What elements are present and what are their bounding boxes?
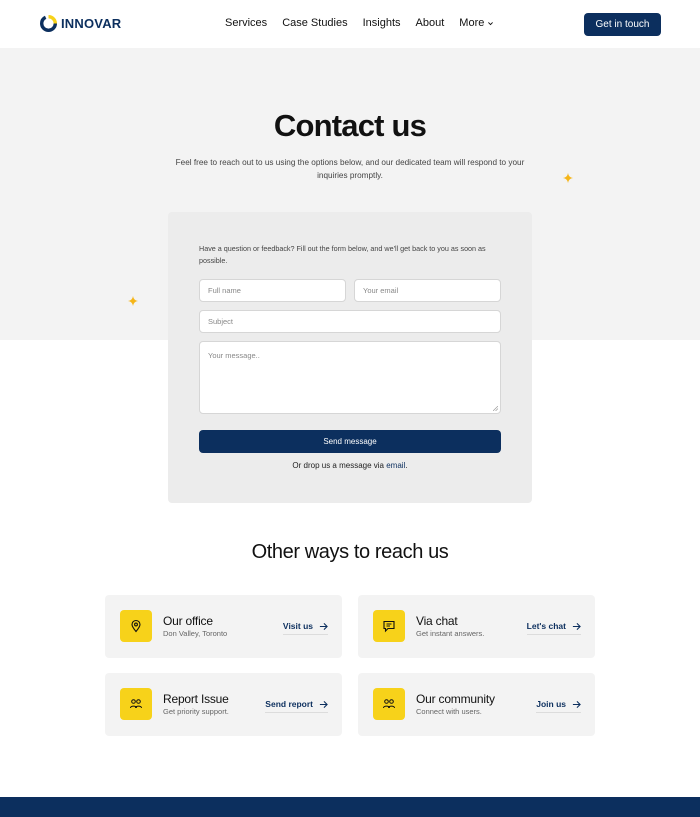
email-link[interactable]: email xyxy=(386,461,405,470)
message-textarea[interactable]: Your message.. xyxy=(199,341,501,414)
form-intro-text: Have a question or feedback? Fill out th… xyxy=(199,244,486,265)
card-subtitle: Don Valley, Toronto xyxy=(163,629,228,638)
send-message-button[interactable]: Send message xyxy=(199,430,501,453)
card-subtitle: Connect with users. xyxy=(416,707,482,716)
location-pin-icon xyxy=(120,610,152,642)
card-title: Our community xyxy=(416,692,495,706)
card-link-label: Visit us xyxy=(282,621,313,631)
email-placeholder: Your email xyxy=(363,286,399,295)
drop-note-suffix: . xyxy=(405,461,408,470)
nav-item-more[interactable]: More xyxy=(459,17,494,29)
contact-card-office: Our office Don Valley, Toronto Visit us xyxy=(105,595,342,658)
drop-message-note: Or drop us a message via email. xyxy=(168,461,532,470)
email-input[interactable]: Your email xyxy=(354,279,501,302)
arrow-right-icon xyxy=(319,700,328,708)
nav-item-about[interactable]: About xyxy=(416,17,445,29)
message-placeholder: Your message.. xyxy=(208,351,260,360)
full-name-input[interactable]: Full name xyxy=(199,279,346,302)
contact-card-report: Report Issue Get priority support. Send … xyxy=(105,673,342,736)
contact-form-card: Have a question or feedback? Fill out th… xyxy=(168,212,532,503)
contact-card-chat: Via chat Get instant answers. Let's chat xyxy=(358,595,595,658)
logo-mark-icon xyxy=(40,15,57,32)
arrow-right-icon xyxy=(572,622,581,630)
sparkle-icon xyxy=(128,296,138,306)
card-link-label: Send report xyxy=(265,699,313,709)
nav-item-insights[interactable]: Insights xyxy=(363,17,401,29)
page-title: Contact us xyxy=(273,108,427,143)
chevron-down-icon xyxy=(488,21,494,25)
arrow-right-icon xyxy=(572,700,581,708)
arrow-right-icon xyxy=(319,622,328,630)
site-header: INNOVAR Services Case Studies Insights A… xyxy=(0,0,700,48)
get-in-touch-button[interactable]: Get in touch xyxy=(584,13,661,36)
join-us-link[interactable]: Join us xyxy=(536,699,581,713)
card-title: Via chat xyxy=(416,614,458,628)
subject-input[interactable]: Subject xyxy=(199,310,501,333)
brand-logo[interactable]: INNOVAR xyxy=(40,15,121,32)
card-link-label: Let's chat xyxy=(526,621,566,631)
other-ways-title: Other ways to reach us xyxy=(251,541,449,563)
card-link-label: Join us xyxy=(536,699,566,709)
subject-placeholder: Subject xyxy=(208,317,234,326)
send-report-link[interactable]: Send report xyxy=(265,699,328,713)
chat-icon xyxy=(373,610,405,642)
users-icon xyxy=(120,688,152,720)
brand-name: INNOVAR xyxy=(61,16,122,31)
lets-chat-link[interactable]: Let's chat xyxy=(526,621,581,635)
nav-item-case-studies[interactable]: Case Studies xyxy=(282,17,347,29)
site-footer xyxy=(0,797,700,817)
visit-us-link[interactable]: Visit us xyxy=(282,621,328,635)
main-nav: Services Case Studies Insights About Mor… xyxy=(225,17,509,29)
drop-note-prefix: Or drop us a message via xyxy=(292,461,387,470)
contact-card-community: Our community Connect with users. Join u… xyxy=(358,673,595,736)
card-subtitle: Get instant answers. xyxy=(416,629,485,638)
full-name-placeholder: Full name xyxy=(208,286,241,295)
card-subtitle: Get priority support. xyxy=(163,707,229,716)
card-title: Report Issue xyxy=(163,692,229,706)
sparkle-icon xyxy=(563,173,573,183)
resize-handle-icon[interactable] xyxy=(493,406,498,411)
nav-item-services[interactable]: Services xyxy=(225,17,267,29)
page-subtitle: Feel free to reach out to us using the o… xyxy=(175,158,525,180)
nav-more-label: More xyxy=(459,17,485,29)
card-title: Our office xyxy=(163,614,213,628)
community-icon xyxy=(373,688,405,720)
